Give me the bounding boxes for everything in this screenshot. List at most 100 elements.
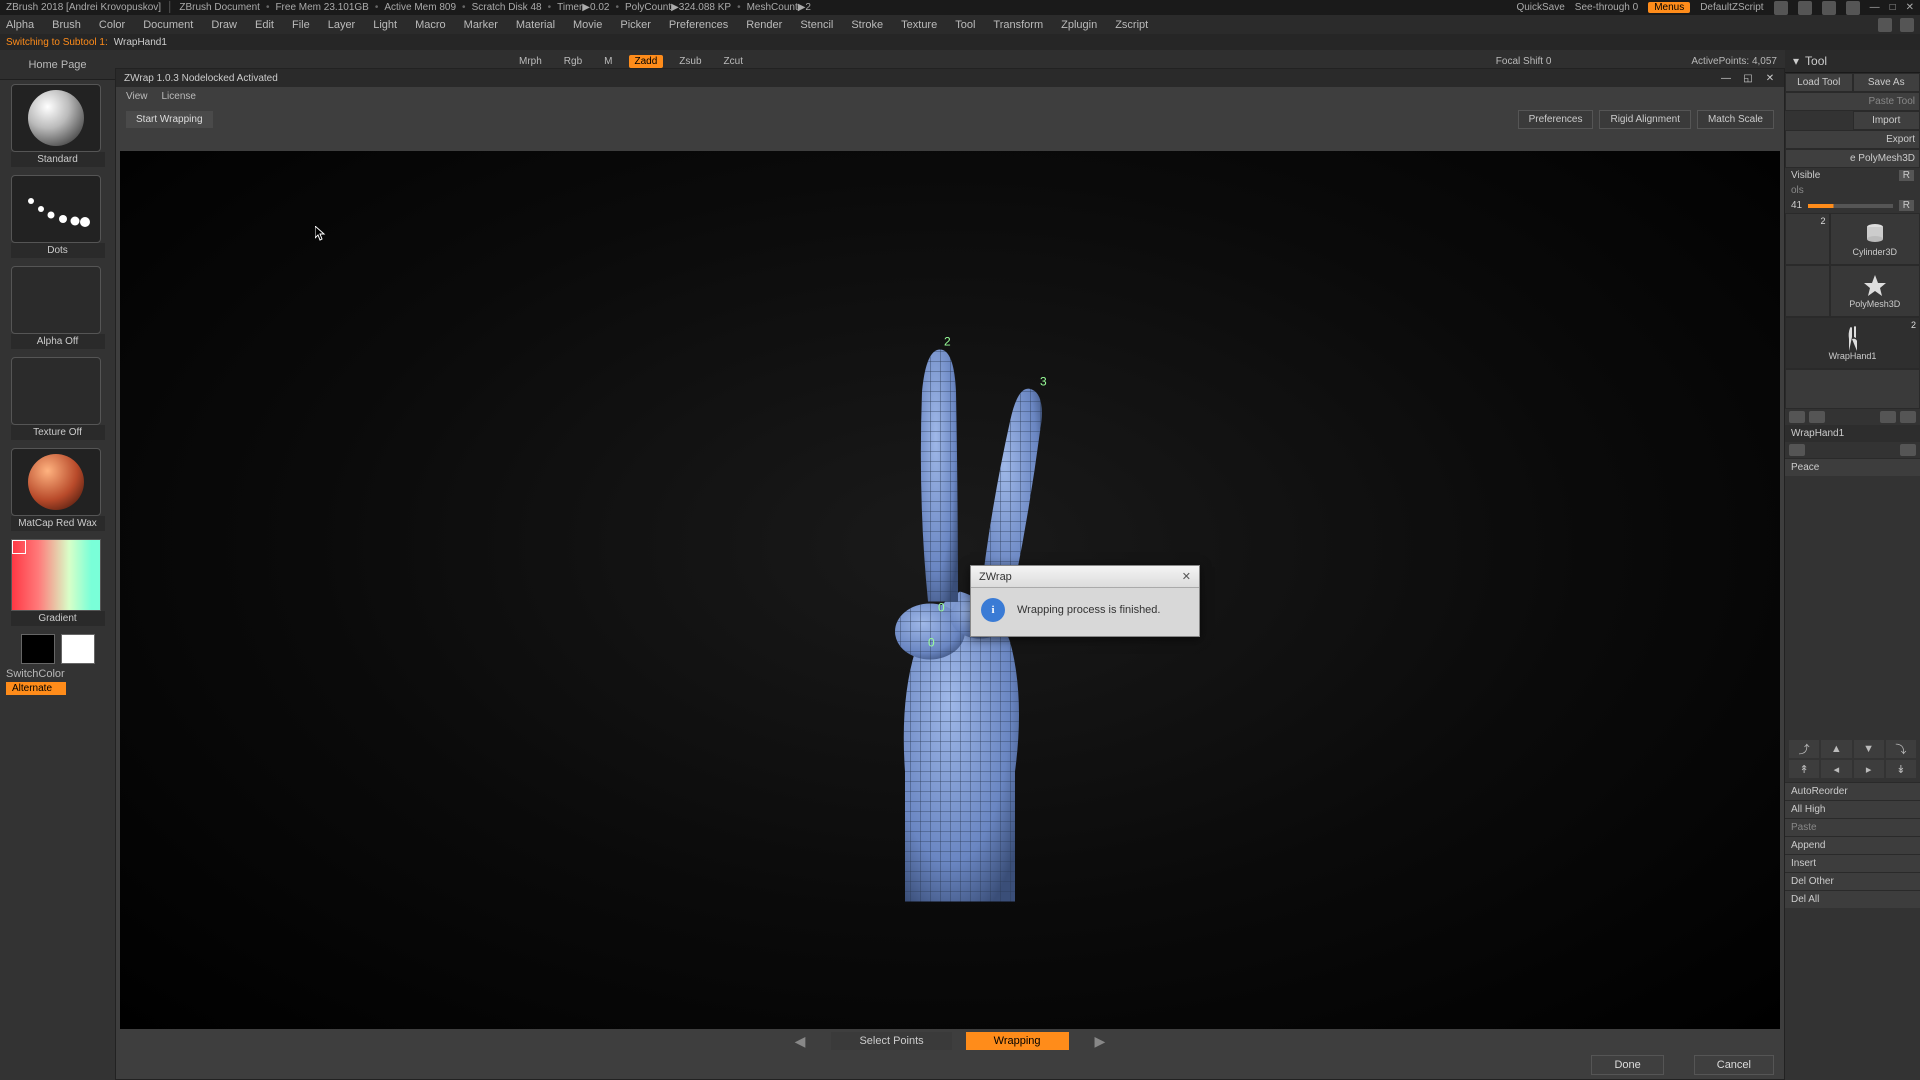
refresh-icon[interactable] bbox=[1900, 18, 1914, 32]
material-slot[interactable]: MatCap Red Wax bbox=[11, 448, 105, 531]
rigid-alignment-button[interactable]: Rigid Alignment bbox=[1599, 110, 1690, 129]
menu-texture[interactable]: Texture bbox=[901, 19, 937, 31]
toolbar-icon[interactable] bbox=[1878, 18, 1892, 32]
menu-picker[interactable]: Picker bbox=[620, 19, 651, 31]
start-wrapping-button[interactable]: Start Wrapping bbox=[126, 111, 213, 128]
menu-marker[interactable]: Marker bbox=[464, 19, 498, 31]
save-as-button[interactable]: Save As bbox=[1853, 73, 1920, 92]
step-wrapping[interactable]: Wrapping bbox=[966, 1032, 1069, 1050]
val-41[interactable]: 41 bbox=[1791, 200, 1802, 211]
zcut-chip[interactable]: Zcut bbox=[718, 56, 749, 67]
tool-item-polymesh[interactable]: PolyMesh3D bbox=[1830, 265, 1920, 317]
visible-label[interactable]: Visible bbox=[1791, 170, 1820, 181]
done-button[interactable]: Done bbox=[1591, 1055, 1663, 1075]
m-chip[interactable]: M bbox=[598, 56, 618, 67]
slider[interactable] bbox=[1808, 204, 1893, 208]
insert-button[interactable]: Insert bbox=[1785, 854, 1920, 872]
step-select-points[interactable]: Select Points bbox=[831, 1032, 951, 1050]
mrph-chip[interactable]: Mrph bbox=[513, 56, 548, 67]
step-next-icon[interactable]: ▶ bbox=[1083, 1033, 1118, 1050]
close-app-icon[interactable]: ✕ bbox=[1906, 2, 1914, 13]
eye-icon-1[interactable] bbox=[1789, 411, 1805, 423]
export-button[interactable]: Export bbox=[1785, 130, 1920, 149]
titlebar-icon-2[interactable] bbox=[1798, 1, 1812, 15]
menu-stroke[interactable]: Stroke bbox=[851, 19, 883, 31]
maximize-icon[interactable]: □ bbox=[1890, 2, 1896, 13]
lock-icon[interactable] bbox=[1846, 1, 1860, 15]
alternate-button[interactable]: Alternate bbox=[6, 682, 66, 695]
visible-r[interactable]: R bbox=[1899, 170, 1914, 181]
sub-eye-2[interactable] bbox=[1900, 444, 1916, 456]
dialog-close-icon[interactable]: ✕ bbox=[1182, 570, 1191, 583]
menu-transform[interactable]: Transform bbox=[993, 19, 1043, 31]
alpha-slot[interactable]: Alpha Off bbox=[11, 266, 105, 349]
zwrap-close-icon[interactable]: ✕ bbox=[1764, 72, 1776, 84]
tool-item-cylinder[interactable]: Cylinder3D bbox=[1830, 213, 1920, 265]
menu-zplugin[interactable]: Zplugin bbox=[1061, 19, 1097, 31]
eye-icon-4[interactable] bbox=[1900, 411, 1916, 423]
brush-slot[interactable]: Standard bbox=[11, 84, 105, 167]
sub-eye-1[interactable] bbox=[1789, 444, 1805, 456]
menu-render[interactable]: Render bbox=[746, 19, 782, 31]
tool-item-wraphand[interactable]: 2 WrapHand1 bbox=[1785, 317, 1920, 369]
focal-shift[interactable]: Focal Shift 0 bbox=[1496, 56, 1552, 67]
zwrap-viewport[interactable]: 2 3 0 0 bbox=[120, 151, 1780, 1029]
menu-tool[interactable]: Tool bbox=[955, 19, 975, 31]
arrow-down[interactable]: ▼ bbox=[1854, 740, 1884, 758]
menu-material[interactable]: Material bbox=[516, 19, 555, 31]
arrow-up-top[interactable]: ⤴ bbox=[1789, 740, 1819, 758]
arrow-up[interactable]: ▲ bbox=[1821, 740, 1851, 758]
load-tool-button[interactable]: Load Tool bbox=[1785, 73, 1853, 92]
zwrap-menu-view[interactable]: View bbox=[126, 91, 148, 102]
zwrap-titlebar[interactable]: ZWrap 1.0.3 Nodelocked Activated — ◱ ✕ bbox=[116, 69, 1784, 87]
dialog-titlebar[interactable]: ZWrap ✕ bbox=[971, 566, 1199, 588]
home-page-tab[interactable]: Home Page bbox=[0, 50, 115, 80]
zsub-chip[interactable]: Zsub bbox=[673, 56, 707, 67]
texture-slot[interactable]: Texture Off bbox=[11, 357, 105, 440]
import-button[interactable]: Import bbox=[1853, 111, 1920, 130]
menu-draw[interactable]: Draw bbox=[211, 19, 237, 31]
zwrap-menu-license[interactable]: License bbox=[162, 91, 196, 102]
paste-button[interactable]: Paste bbox=[1785, 818, 1920, 836]
quicksave-button[interactable]: QuickSave bbox=[1516, 2, 1564, 13]
move-up[interactable]: ↟ bbox=[1789, 760, 1819, 778]
menu-macro[interactable]: Macro bbox=[415, 19, 446, 31]
step-prev-icon[interactable]: ◀ bbox=[783, 1033, 818, 1050]
swatch-black[interactable] bbox=[21, 634, 55, 664]
menu-light[interactable]: Light bbox=[373, 19, 397, 31]
color-picker-canvas[interactable] bbox=[11, 539, 101, 611]
menu-stencil[interactable]: Stencil bbox=[800, 19, 833, 31]
menus-toggle[interactable]: Menus bbox=[1648, 2, 1690, 13]
arrow-down-bottom[interactable]: ⤵ bbox=[1886, 740, 1916, 758]
move-next[interactable]: ▸ bbox=[1854, 760, 1884, 778]
subtool-header[interactable]: WrapHand1 bbox=[1785, 425, 1920, 442]
swatch-white[interactable] bbox=[61, 634, 95, 664]
match-scale-button[interactable]: Match Scale bbox=[1697, 110, 1774, 129]
switchcolor-label[interactable]: SwitchColor bbox=[0, 668, 115, 680]
default-zscript[interactable]: DefaultZScript bbox=[1700, 2, 1763, 13]
paste-tool-button[interactable]: Paste Tool bbox=[1785, 92, 1920, 111]
menu-zscript[interactable]: Zscript bbox=[1115, 19, 1148, 31]
menu-alpha[interactable]: Alpha bbox=[6, 19, 34, 31]
rgb-chip[interactable]: Rgb bbox=[558, 56, 588, 67]
autoreorder-button[interactable]: AutoReorder bbox=[1785, 782, 1920, 800]
make-polymesh-button[interactable]: e PolyMesh3D bbox=[1785, 149, 1920, 168]
r2[interactable]: R bbox=[1899, 200, 1914, 211]
move-down[interactable]: ↡ bbox=[1886, 760, 1916, 778]
menu-color[interactable]: Color bbox=[99, 19, 125, 31]
stroke-slot[interactable]: Dots bbox=[11, 175, 105, 258]
allhigh-button[interactable]: All High bbox=[1785, 800, 1920, 818]
menu-file[interactable]: File bbox=[292, 19, 310, 31]
minimize-icon[interactable]: — bbox=[1870, 2, 1880, 13]
delother-button[interactable]: Del Other bbox=[1785, 872, 1920, 890]
titlebar-icon-3[interactable] bbox=[1822, 1, 1836, 15]
titlebar-icon-1[interactable] bbox=[1774, 1, 1788, 15]
seethrough[interactable]: See-through 0 bbox=[1575, 2, 1638, 13]
menu-layer[interactable]: Layer bbox=[328, 19, 356, 31]
menu-document[interactable]: Document bbox=[143, 19, 193, 31]
append-button[interactable]: Append bbox=[1785, 836, 1920, 854]
preferences-button[interactable]: Preferences bbox=[1518, 110, 1594, 129]
menu-edit[interactable]: Edit bbox=[255, 19, 274, 31]
eye-icon-3[interactable] bbox=[1880, 411, 1896, 423]
move-prev[interactable]: ◂ bbox=[1821, 760, 1851, 778]
